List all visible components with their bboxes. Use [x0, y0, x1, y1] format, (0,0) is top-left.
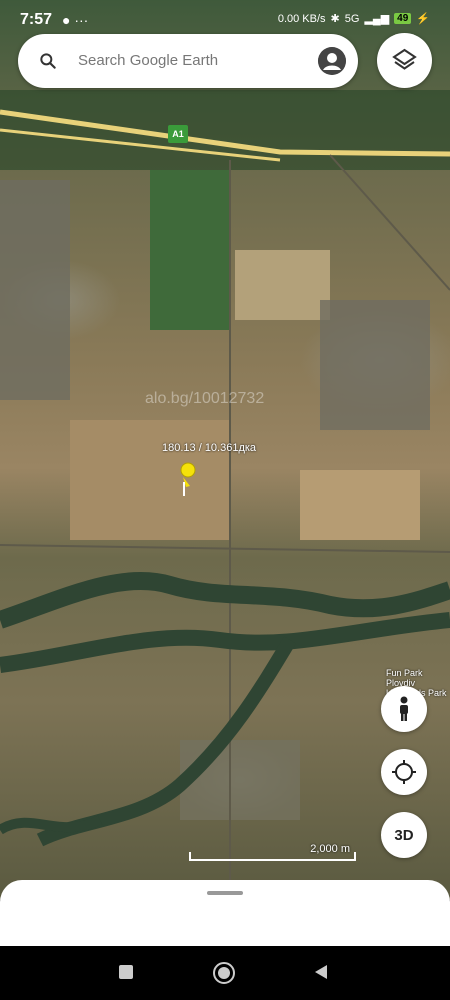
messenger-icon: ● [62, 12, 71, 28]
river [0, 612, 450, 673]
river [0, 572, 450, 629]
home-icon[interactable] [212, 961, 236, 985]
road [0, 544, 450, 553]
pin-label[interactable]: 180.13 / 10.361дка [162, 442, 256, 454]
recents-icon[interactable] [117, 963, 135, 981]
bottom-sheet[interactable] [0, 880, 450, 946]
back-icon[interactable] [312, 963, 330, 981]
poi-line: Fun Park Plovdiv [386, 668, 423, 688]
highway-road [0, 109, 450, 157]
system-nav-bar [0, 946, 450, 1000]
status-right: 0.00 KB/s ✱ 5G ▂▄▆ 49 ⚡ [277, 12, 430, 26]
charging-icon: ⚡ [416, 13, 430, 25]
search-placeholder[interactable]: Search Google Earth [78, 52, 218, 69]
search-bar[interactable]: Search Google Earth [18, 34, 358, 88]
bluetooth-icon: ✱ [330, 13, 340, 25]
watermark: alo.bg/10012732 [145, 390, 265, 407]
more-dots-icon: ··· [74, 12, 89, 28]
street-view-button[interactable] [381, 686, 427, 732]
account-avatar-icon[interactable] [318, 47, 346, 75]
search-icon[interactable] [38, 51, 58, 71]
location-pin-icon [180, 462, 196, 496]
scale-label: 2,000 m [310, 843, 350, 855]
river [0, 815, 103, 835]
road-badge-a1: A1 [168, 125, 188, 143]
status-time: 7:57 [20, 11, 53, 28]
net-speed: 0.00 KB/s [277, 12, 326, 25]
pegman-icon [400, 696, 408, 721]
status-notification-icons: ● ··· [62, 12, 88, 28]
layers-icon [392, 48, 417, 70]
3d-toggle-button[interactable]: 3D [381, 812, 427, 858]
network-type: 5G [344, 12, 360, 25]
scale-bar: 2,000 m [188, 841, 356, 859]
crosshair-icon [392, 760, 416, 784]
layers-button[interactable] [377, 33, 432, 88]
road [329, 154, 450, 291]
signal-icon: ▂▄▆ [364, 13, 390, 25]
my-location-button[interactable] [381, 749, 427, 795]
river [36, 636, 297, 847]
battery-level: 49 [394, 13, 412, 24]
sheet-drag-handle[interactable] [207, 891, 243, 895]
